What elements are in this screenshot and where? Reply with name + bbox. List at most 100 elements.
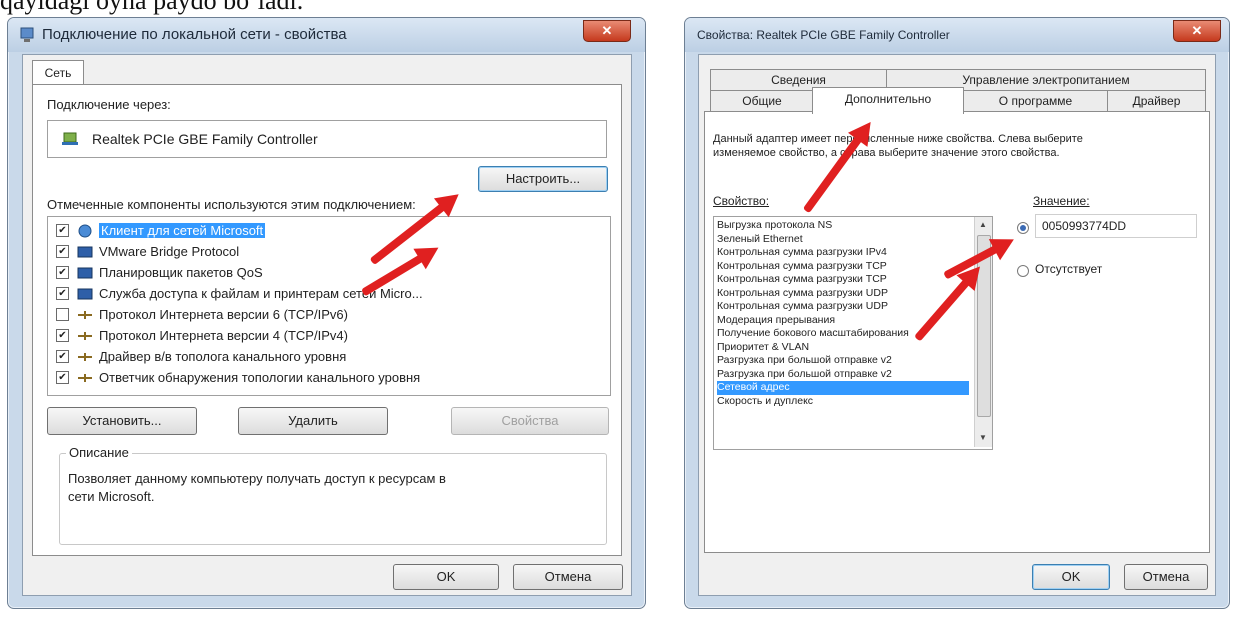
scroll-down-icon[interactable]: ▼ (979, 433, 987, 442)
intro-text: Данный адаптер имеет перечисленные ниже … (713, 133, 1083, 159)
ok-button[interactable]: OK (1032, 564, 1110, 590)
list-item[interactable]: Зеленый Ethernet (717, 233, 969, 247)
component-label: Протокол Интернета версии 4 (TCP/IPv4) (99, 328, 348, 343)
description-group: Описание Позволяет данному компьютеру по… (59, 445, 607, 545)
list-item[interactable]: ✔ Ответчик обнаружения топологии канальн… (56, 367, 420, 388)
tab-network[interactable]: Сеть (32, 60, 84, 85)
lan-dialog-titlebar: Подключение по локальной сети - свойства… (8, 18, 645, 52)
advanced-tab-panel: Данный адаптер имеет перечисленные ниже … (704, 111, 1210, 553)
component-label: VMware Bridge Protocol (99, 244, 240, 259)
cancel-button-label: Отмена (1142, 569, 1190, 584)
tab-general-label: Общие (742, 94, 782, 108)
close-button[interactable]: ✕ (1173, 20, 1221, 42)
adapter-dialog-titlebar: Свойства: Realtek PCIe GBE Family Contro… (685, 18, 1229, 52)
list-item[interactable]: Контрольная сумма разгрузки UDP (717, 300, 969, 314)
checkbox[interactable]: ✔ (56, 371, 69, 384)
install-button-label: Установить... (82, 413, 162, 428)
protocol-icon (77, 245, 93, 259)
checkbox[interactable]: ✔ (56, 350, 69, 363)
property-label: Свойство: (713, 194, 770, 208)
ok-button-label: OK (436, 569, 456, 584)
component-label: Протокол Интернета версии 6 (TCP/IPv6) (99, 307, 348, 322)
cancel-button-label: Отмена (544, 569, 592, 584)
protocol-icon (77, 266, 93, 280)
value-input[interactable]: 0050993774DD (1035, 214, 1197, 238)
list-item[interactable]: Выгрузка протокола NS (717, 219, 969, 233)
absent-label: Отсутствует (1035, 262, 1103, 276)
list-item[interactable]: ✔ Планировщик пакетов QoS (56, 262, 263, 283)
adapter-dialog-body: Сведения Управление электропитанием Общи… (698, 54, 1216, 596)
component-label: Клиент для сетей Microsoft (99, 223, 266, 238)
component-label: Планировщик пакетов QoS (99, 265, 263, 280)
tab-about-label: О программе (998, 94, 1073, 108)
value-radio[interactable] (1017, 222, 1029, 234)
list-item[interactable]: Контрольная сумма разгрузки TCP (717, 273, 969, 287)
list-item[interactable]: Контрольная сумма разгрузки IPv4 (717, 246, 969, 260)
lan-dialog-body: Сеть Подключение через: Realtek PCIe GBE… (22, 54, 632, 596)
tab-advanced[interactable]: Дополнительно (812, 87, 964, 114)
close-icon[interactable]: ✕ (602, 23, 613, 38)
tab-power-management-label: Управление электропитанием (962, 73, 1130, 87)
absent-radio[interactable] (1017, 265, 1029, 277)
network-tab-panel: Подключение через: Realtek PCIe GBE Fami… (32, 84, 622, 556)
properties-button[interactable]: Свойства (451, 407, 609, 435)
cancel-button[interactable]: Отмена (1124, 564, 1208, 590)
tab-general[interactable]: Общие (710, 90, 814, 111)
network-icon (20, 27, 34, 43)
value-text: 0050993774DD (1042, 219, 1127, 233)
list-item-selected[interactable]: Сетевой адрес (717, 381, 969, 395)
checkbox[interactable]: ✔ (56, 224, 69, 237)
configure-button-label: Настроить... (505, 171, 581, 186)
tab-network-label: Сеть (44, 66, 72, 80)
tab-advanced-label: Дополнительно (844, 92, 932, 106)
protocol-line-icon (77, 350, 93, 364)
list-item[interactable]: ✔ VMware Bridge Protocol (56, 241, 239, 262)
close-button[interactable]: ✕ (583, 20, 631, 42)
checkbox[interactable]: ✔ (56, 287, 69, 300)
remove-button[interactable]: Удалить (238, 407, 388, 435)
list-item[interactable]: ✔ Драйвер в/в тополога канального уровня (56, 346, 346, 367)
lan-dialog-title: Подключение по локальной сети - свойства (42, 26, 347, 43)
adapter-dialog-title: Свойства: Realtek PCIe GBE Family Contro… (697, 28, 950, 42)
list-item[interactable]: ✔ Протокол Интернета версии 4 (TCP/IPv4) (56, 325, 348, 346)
checkbox[interactable]: ✔ (56, 266, 69, 279)
tab-driver[interactable]: Драйвер (1107, 90, 1206, 111)
tab-details-label: Сведения (771, 73, 826, 87)
checkbox[interactable]: ✔ (56, 245, 69, 258)
description-label: Описание (66, 445, 132, 460)
connect-via-label: Подключение через: (47, 97, 171, 112)
list-item[interactable]: Разгрузка при большой отправке v2 (717, 354, 969, 368)
component-label: Драйвер в/в тополога канального уровня (99, 349, 347, 364)
value-label: Значение: (1033, 194, 1090, 208)
tab-about[interactable]: О программе (962, 90, 1109, 111)
adapter-properties-dialog: Свойства: Realtek PCIe GBE Family Contro… (684, 17, 1230, 609)
cancel-button[interactable]: Отмена (513, 564, 623, 590)
checkbox[interactable] (56, 308, 69, 321)
list-item[interactable]: Приоритет & VLAN (717, 341, 969, 355)
adapter-name-box: Realtek PCIe GBE Family Controller (47, 120, 607, 158)
components-list[interactable]: ✔ Клиент для сетей Microsoft ✔ VMware Br… (47, 216, 611, 396)
list-item[interactable]: Контрольная сумма разгрузки TCP (717, 260, 969, 274)
protocol-line-icon (77, 308, 93, 322)
list-item[interactable]: Контрольная сумма разгрузки UDP (717, 287, 969, 301)
adapter-name: Realtek PCIe GBE Family Controller (92, 131, 318, 147)
configure-button[interactable]: Настроить... (478, 166, 608, 192)
checkbox[interactable]: ✔ (56, 329, 69, 342)
component-label: Ответчик обнаружения топологии канальног… (99, 370, 421, 385)
list-item[interactable]: Разгрузка при большой отправке v2 (717, 368, 969, 382)
list-item[interactable]: Скорость и дуплекс (717, 395, 969, 409)
scroll-up-icon[interactable]: ▲ (979, 220, 987, 229)
property-list[interactable]: Выгрузка протокола NS Зеленый Ethernet К… (713, 216, 993, 450)
list-item[interactable]: Получение бокового масштабирования (717, 327, 969, 341)
protocol-line-icon (77, 329, 93, 343)
components-label: Отмеченные компоненты используются этим … (47, 197, 416, 212)
list-item[interactable]: ✔ Клиент для сетей Microsoft (56, 220, 266, 241)
close-icon[interactable]: ✕ (1192, 23, 1203, 38)
tab-driver-label: Драйвер (1132, 94, 1181, 108)
network-adapter-icon (62, 130, 80, 151)
lan-properties-dialog: Подключение по локальной сети - свойства… (7, 17, 646, 609)
list-item[interactable]: Протокол Интернета версии 6 (TCP/IPv6) (56, 304, 348, 325)
remove-button-label: Удалить (288, 413, 338, 428)
install-button[interactable]: Установить... (47, 407, 197, 435)
ok-button[interactable]: OK (393, 564, 499, 590)
